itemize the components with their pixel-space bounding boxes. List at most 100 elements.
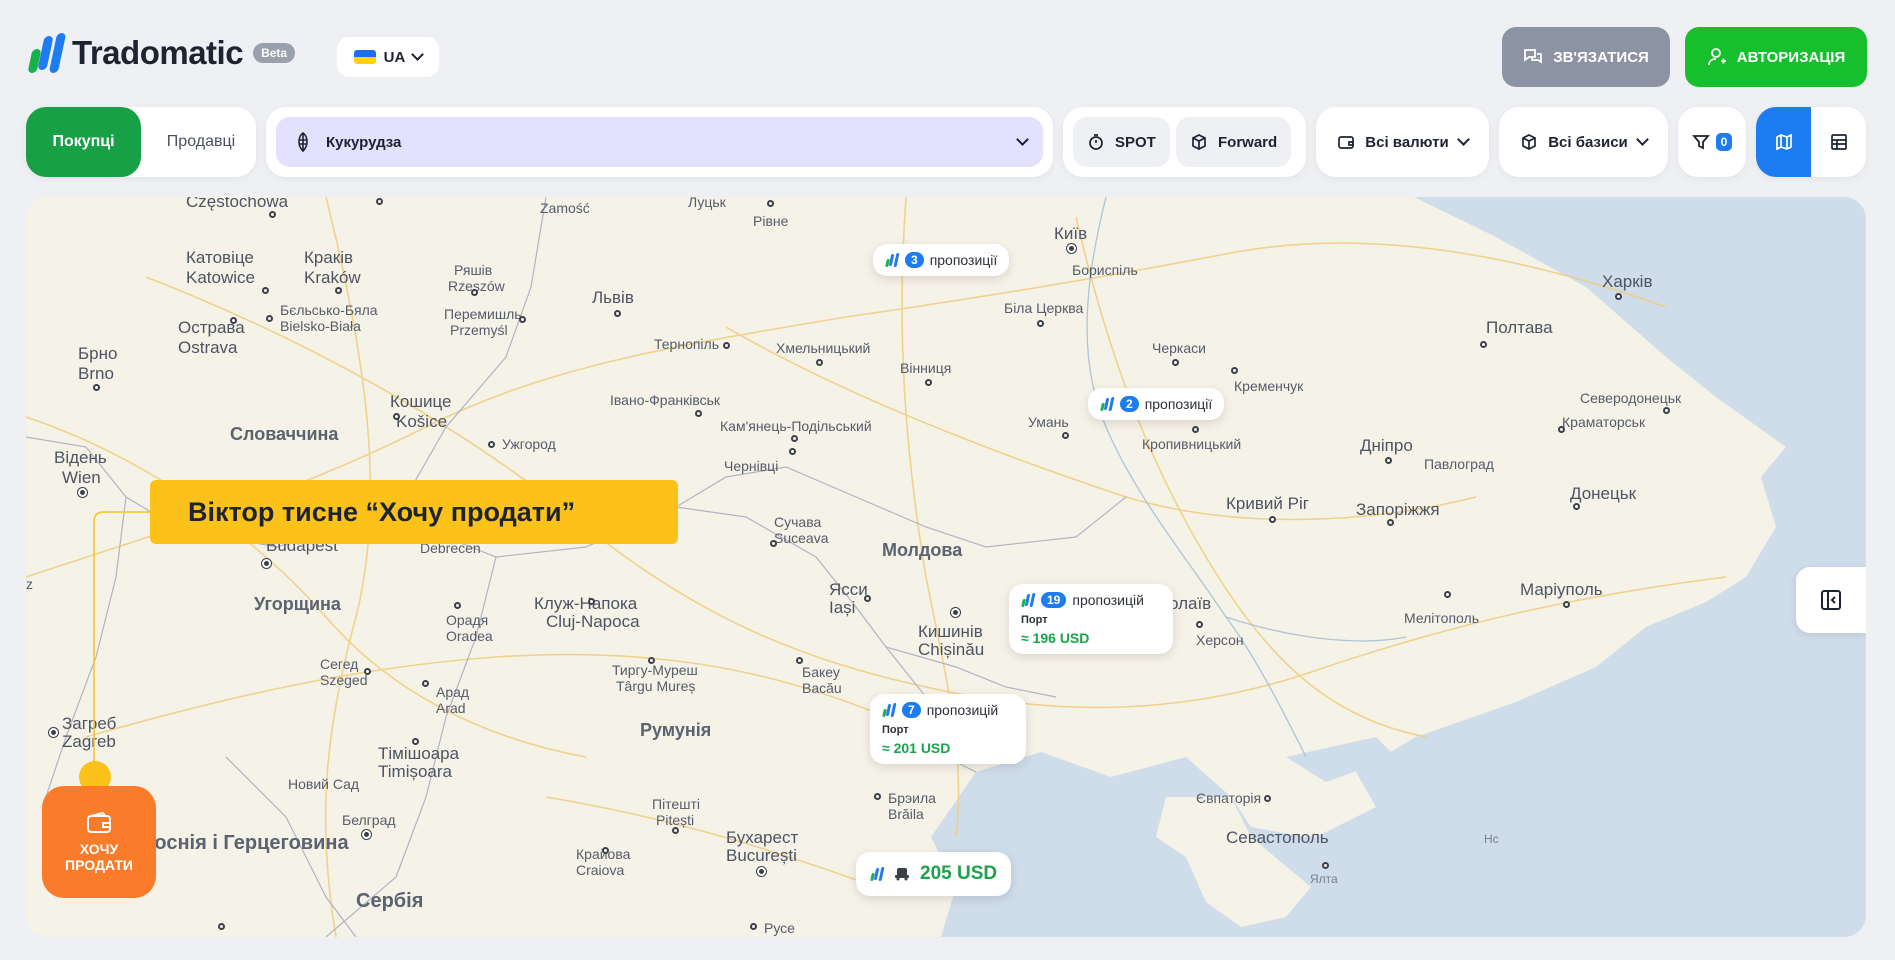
contact-button[interactable]: ЗВ'ЯЗАТИСЯ [1502,27,1670,87]
city-marker [1269,516,1276,523]
port-label: Порт [1021,614,1048,626]
contract-type-group: SPOT Forward [1063,107,1306,177]
sidebar-toggle-button[interactable] [1796,567,1866,633]
tradomatic-icon [870,867,885,881]
spot-button[interactable]: SPOT [1073,117,1170,167]
offer-cluster[interactable]: 3 пропозиції [873,244,1010,276]
user-icon [1707,48,1726,66]
city-label: Bacău [802,680,842,696]
city-marker [412,738,419,745]
map[interactable]: Częstochowa Zamość Луцьк Рівне Київ Бори… [26,197,1866,937]
basis-label: Всі базиси [1548,133,1628,151]
table-view-button[interactable] [1811,107,1866,177]
city-label: Suceava [774,530,829,546]
offer-port-card[interactable]: 19 пропозицій Порт ≈ 196 USD [1009,584,1173,654]
chevron-down-icon [1635,133,1649,146]
city-label: București [726,846,797,865]
city-label: Timișoara [378,762,452,781]
logo-mark-icon [26,33,67,73]
currency-label: Всі валюти [1365,133,1449,151]
map-view-button[interactable] [1756,107,1811,177]
city-marker [648,657,655,664]
city-label: Івано-Франківськ [610,392,721,408]
city-label: Русе [764,920,795,936]
capital-marker [951,608,960,617]
city-marker [218,923,225,930]
city-label: Сербія [356,890,424,912]
city-label: Pitești [656,812,695,828]
chevron-down-icon [1456,133,1470,146]
city-label: Košice [396,412,448,431]
city-label: Przemyśl [450,322,508,338]
spot-label: SPOT [1115,133,1156,151]
city-label: Кривий Ріг [1226,494,1309,513]
city-label: Белград [342,812,396,828]
tradomatic-icon [885,253,900,267]
logo[interactable]: Tradomatic Beta [26,33,296,73]
language-label: UA [383,48,406,66]
city-label: Kraków [304,268,361,287]
city-marker [791,435,798,442]
city-label: Северодонецьк [1580,390,1682,406]
login-button[interactable]: АВТОРИЗАЦІЯ [1685,27,1867,87]
basis-dropdown[interactable]: Всі базиси [1499,107,1668,177]
truck-icon [895,868,909,881]
city-label: Арад [436,684,470,700]
city-label: Краків [304,248,354,267]
city-label: Київ [1054,224,1088,243]
city-marker [1037,320,1044,327]
forward-button[interactable]: Forward [1176,117,1292,167]
offer-label: пропозиції [1144,396,1213,412]
city-label: Тімішоара [378,744,460,763]
city-label: Ряшів [454,262,493,278]
city-label: Орадя [446,612,489,628]
city-label: Угорщина [254,594,341,614]
city-label: Павлоград [1424,456,1494,472]
city-label: Brăila [888,806,924,822]
city-label: Херсон [1196,632,1244,648]
city-label: Кременчук [1234,378,1304,394]
city-label: Черкаси [1152,340,1206,356]
city-label: Бакеу [802,664,840,680]
city-label: Szeged [320,672,368,688]
currency-dropdown[interactable]: Всі валюти [1316,107,1489,177]
city-marker [335,287,342,294]
city-label: Брэила [888,790,936,806]
map-icon [1775,133,1792,151]
city-marker [750,923,757,930]
city-marker [1615,293,1622,300]
offer-port-card[interactable]: 7 пропозицій Порт ≈ 201 USD [870,694,1026,764]
city-label: Târgu Mureș [616,678,696,694]
city-marker [723,342,730,349]
offer-count: 2 [1120,396,1139,412]
logo-text: Tradomatic [72,34,244,71]
tab-sellers[interactable]: Продавці [146,107,256,177]
wallet-icon [87,811,111,833]
language-selector[interactable]: UA [337,37,439,77]
city-marker [1480,341,1487,348]
city-label: Полтава [1486,318,1553,337]
city-marker [695,410,702,417]
city-marker [1192,426,1199,433]
city-label: Кишинів [918,622,983,641]
ukraine-flag-icon [353,50,376,64]
tab-buyers[interactable]: Покупці [26,107,141,177]
want-to-sell-button[interactable]: ХОЧУ ПРОДАТИ [42,786,156,898]
city-marker [262,287,269,294]
city-label: Мелітополь [1404,610,1479,626]
price-label: ≈ 196 USD [1021,630,1090,646]
offer-cluster[interactable]: 2 пропозиції [1088,388,1225,420]
truck-price-marker[interactable]: 205 USD [856,852,1012,896]
offer-label: пропозиції [929,252,998,268]
city-marker [1264,795,1271,802]
city-marker [1444,591,1451,598]
city-label: Кошице [390,392,452,411]
city-label: Вінниця [900,360,952,376]
city-label: Луцьк [688,197,726,210]
crop-select[interactable]: Кукурудза [276,117,1043,167]
filter-button[interactable]: 0 [1678,107,1746,177]
city-marker [376,198,383,205]
offer-count: 19 [1041,592,1067,608]
city-label: Запоріжжя [1356,500,1440,519]
city-label: Клуж-Напока [534,594,638,613]
